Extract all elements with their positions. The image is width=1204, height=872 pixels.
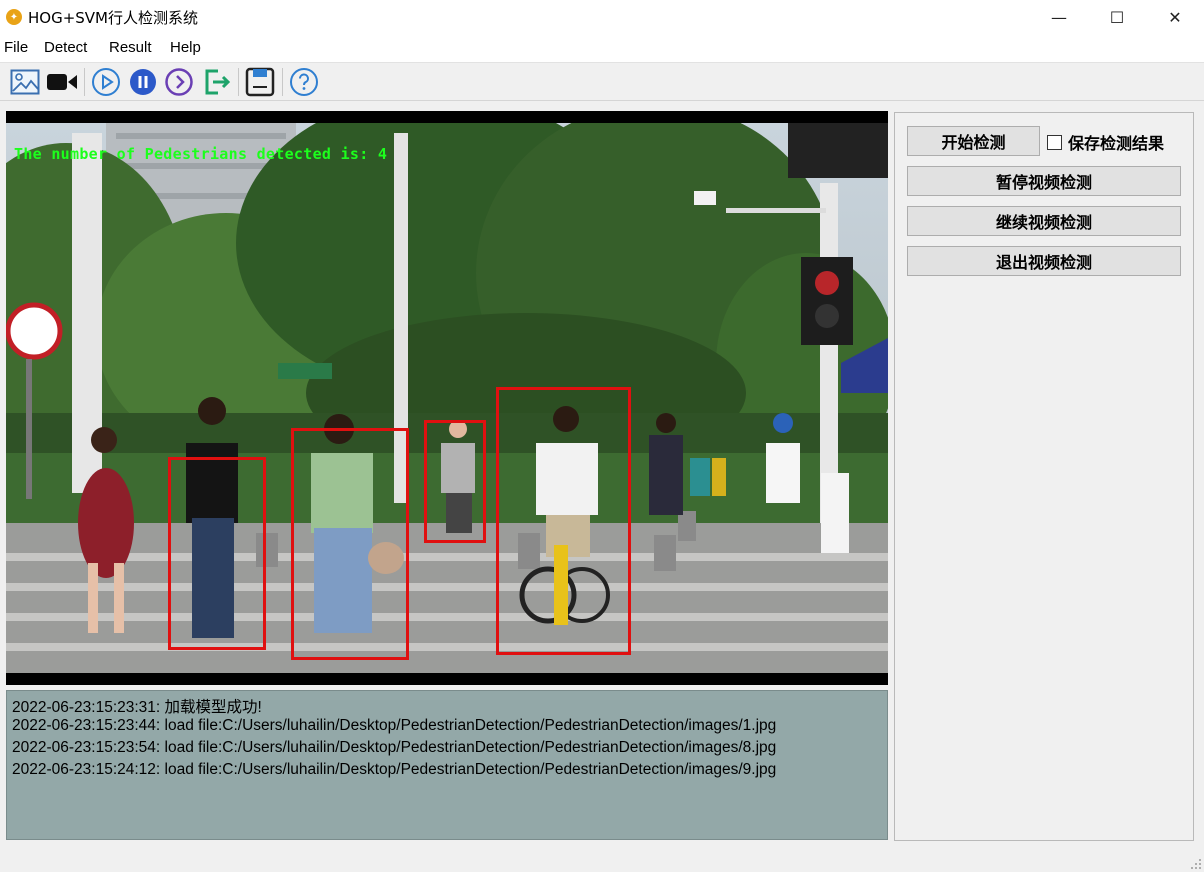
detection-box <box>424 420 486 543</box>
menu-result[interactable]: Result <box>109 39 152 56</box>
close-button[interactable]: ✕ <box>1146 0 1204 34</box>
image-viewer: The number of Pedestrians detected is: 4 <box>6 111 888 685</box>
menu-bar: File Detect Result Help <box>0 34 1204 63</box>
maximize-icon: ☐ <box>1109 7 1125 27</box>
window-title: HOG+SVM行人检测系统 <box>28 9 199 27</box>
menu-file[interactable]: File <box>4 39 28 56</box>
minimize-button[interactable]: — <box>1030 0 1088 34</box>
log-line: 2022-06-23:15:23:44: load file:C:/Users/… <box>12 717 777 734</box>
help-icon <box>290 68 318 96</box>
open-video-button[interactable] <box>46 66 78 98</box>
open-image-icon <box>10 69 40 95</box>
street-scene-image <box>6 123 888 673</box>
pause-button[interactable] <box>127 66 159 98</box>
checkbox-box[interactable] <box>1047 134 1062 150</box>
log-panel[interactable]: 2022-06-23:15:23:31: 加载模型成功! 2022-06-23:… <box>6 690 888 840</box>
maximize-button[interactable]: ☐ <box>1088 0 1146 34</box>
help-button[interactable] <box>288 66 320 98</box>
pause-video-detection-button[interactable]: 暂停视频检测 <box>907 166 1181 196</box>
minimize-icon: — <box>1051 7 1067 27</box>
detection-count-overlay: The number of Pedestrians detected is: 4 <box>14 145 388 163</box>
resize-grip-icon[interactable] <box>1190 858 1202 870</box>
open-image-button[interactable] <box>9 66 41 98</box>
log-line: 2022-06-23:15:23:31: 加载模型成功! <box>12 699 262 716</box>
toolbar-divider <box>238 68 239 96</box>
log-line: 2022-06-23:15:23:54: load file:C:/Users/… <box>12 739 777 756</box>
save-results-label: 保存检测结果 <box>1068 134 1165 153</box>
save-results-checkbox[interactable]: 保存检测结果 <box>1047 131 1164 153</box>
menu-help[interactable]: Help <box>170 39 201 56</box>
exit-video-detection-button[interactable]: 退出视频检测 <box>907 246 1181 276</box>
save-button[interactable] <box>244 66 276 98</box>
close-icon: ✕ <box>1168 7 1182 27</box>
play-icon <box>92 68 120 96</box>
save-icon <box>245 67 275 97</box>
app-pedestrian-icon: ✦ <box>6 9 22 25</box>
control-panel: 开始检测 保存检测结果 暂停视频检测 继续视频检测 退出视频检测 <box>894 112 1194 841</box>
resume-icon <box>165 68 193 96</box>
detection-box <box>291 428 409 660</box>
play-button[interactable] <box>90 66 122 98</box>
detection-image: The number of Pedestrians detected is: 4 <box>6 123 888 673</box>
detection-box <box>496 387 631 655</box>
continue-video-detection-button[interactable]: 继续视频检测 <box>907 206 1181 236</box>
menu-detect[interactable]: Detect <box>44 39 87 56</box>
toolbar-divider <box>282 68 283 96</box>
exit-icon <box>205 69 231 95</box>
detection-box <box>168 457 266 650</box>
pause-icon <box>130 69 156 95</box>
start-detection-button[interactable]: 开始检测 <box>907 126 1040 156</box>
toolbar <box>0 63 1204 101</box>
toolbar-divider <box>84 68 85 96</box>
log-line: 2022-06-23:15:24:12: load file:C:/Users/… <box>12 761 777 778</box>
resume-button[interactable] <box>163 66 195 98</box>
title-bar: ✦ HOG+SVM行人检测系统 — ☐ ✕ <box>0 0 1204 34</box>
exit-button[interactable] <box>200 66 232 98</box>
video-camera-icon <box>47 74 77 90</box>
